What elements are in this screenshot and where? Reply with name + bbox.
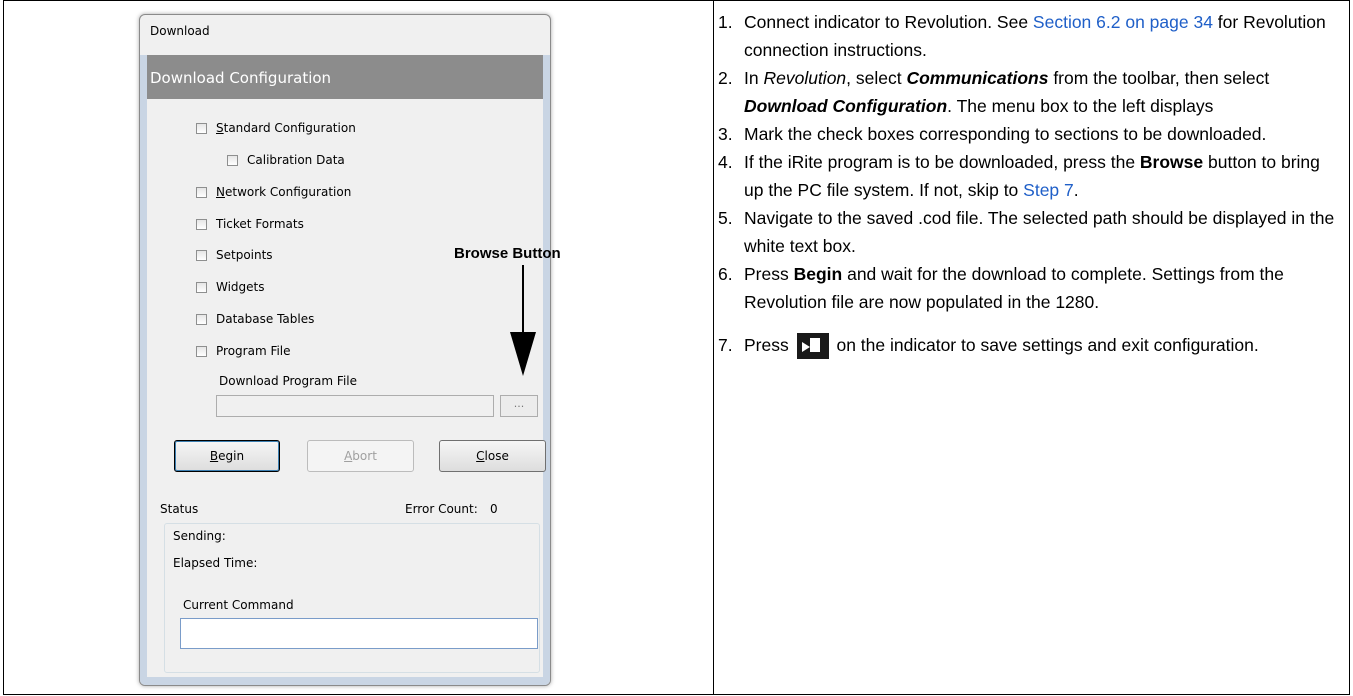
dialog-header: Download Configuration: [147, 55, 543, 99]
checkbox-standard-configuration[interactable]: Standard Configuration: [196, 121, 356, 135]
save-exit-icon: [796, 333, 829, 360]
checkbox-program-file[interactable]: Program File: [196, 344, 291, 358]
checkbox-box[interactable]: [196, 218, 207, 230]
step-3: 3. Mark the check boxes corresponding to …: [718, 124, 1267, 144]
checkbox-database-tables[interactable]: Database Tables: [196, 312, 314, 326]
checkbox-box[interactable]: [227, 154, 238, 166]
dialog-frame-right: [543, 55, 550, 679]
table-column-divider: [713, 1, 714, 694]
dialog-frame-bottom: [140, 677, 550, 685]
checkbox-label: Widgets: [216, 280, 265, 294]
browse-button[interactable]: ...: [500, 395, 538, 417]
current-command-label: Current Command: [183, 598, 294, 612]
checkbox-label: Network Configuration: [216, 185, 352, 199]
checkbox-box[interactable]: [196, 186, 207, 198]
step-5: 5. Navigate to the saved .cod file. The s…: [718, 208, 1335, 256]
checkbox-widgets[interactable]: Widgets: [196, 280, 265, 294]
section-link[interactable]: Section 6.2 on page 34: [1033, 12, 1213, 32]
status-title: Status: [160, 502, 203, 516]
step-7: 7. Press on the indicator to save setting…: [718, 330, 1338, 360]
error-count-value: 0: [490, 502, 498, 516]
step-1: 1. Connect indicator to Revolution. See S…: [718, 12, 1326, 60]
dialog-frame-left: [140, 55, 147, 679]
callout-arrow-line: [522, 265, 524, 333]
begin-button[interactable]: Begin: [174, 440, 280, 472]
step-6: 6. Press Begin and wait for the download …: [718, 264, 1284, 312]
checkbox-calibration-data[interactable]: Calibration Data: [227, 153, 345, 167]
current-command-field: [180, 618, 538, 649]
checkbox-network-configuration[interactable]: Network Configuration: [196, 185, 351, 199]
step-4: 4. If the iRite program is to be download…: [718, 152, 1320, 200]
close-button[interactable]: Close: [439, 440, 546, 472]
checkbox-box[interactable]: [196, 313, 207, 325]
checkbox-label: Ticket Formats: [216, 217, 304, 231]
instruction-steps: 1. Connect indicator to Revolution. See S…: [718, 8, 1338, 360]
program-file-path-input[interactable]: [216, 395, 494, 417]
browse-button-callout: Browse Button: [454, 245, 561, 262]
abort-button[interactable]: Abort: [307, 440, 414, 472]
checkbox-label: Setpoints: [216, 248, 273, 262]
dialog-header-title: Download Configuration: [150, 69, 332, 87]
download-program-file-label: Download Program File: [219, 374, 357, 388]
error-count-label: Error Count:: [405, 502, 478, 516]
checkbox-box[interactable]: [196, 249, 207, 261]
step-7-link[interactable]: Step 7: [1023, 180, 1074, 200]
checkbox-setpoints[interactable]: Setpoints: [196, 248, 273, 262]
checkbox-label: Database Tables: [216, 312, 315, 326]
step-2: 2. In Revolution, select Communications f…: [718, 68, 1270, 116]
checkbox-ticket-formats[interactable]: Ticket Formats: [196, 217, 304, 231]
callout-arrow-head: [510, 332, 536, 376]
checkbox-label: Program File: [216, 344, 291, 358]
elapsed-time-label: Elapsed Time:: [173, 556, 258, 570]
checkbox-label: Calibration Data: [247, 153, 345, 167]
download-dialog: Download Download Configuration Standard…: [139, 14, 551, 686]
sending-label: Sending:: [173, 529, 226, 543]
checkbox-box[interactable]: [196, 345, 207, 357]
checkbox-box[interactable]: [196, 122, 207, 134]
checkbox-box[interactable]: [196, 281, 207, 293]
checkbox-label: Standard Configuration: [216, 121, 356, 135]
dialog-title: Download: [150, 24, 210, 38]
